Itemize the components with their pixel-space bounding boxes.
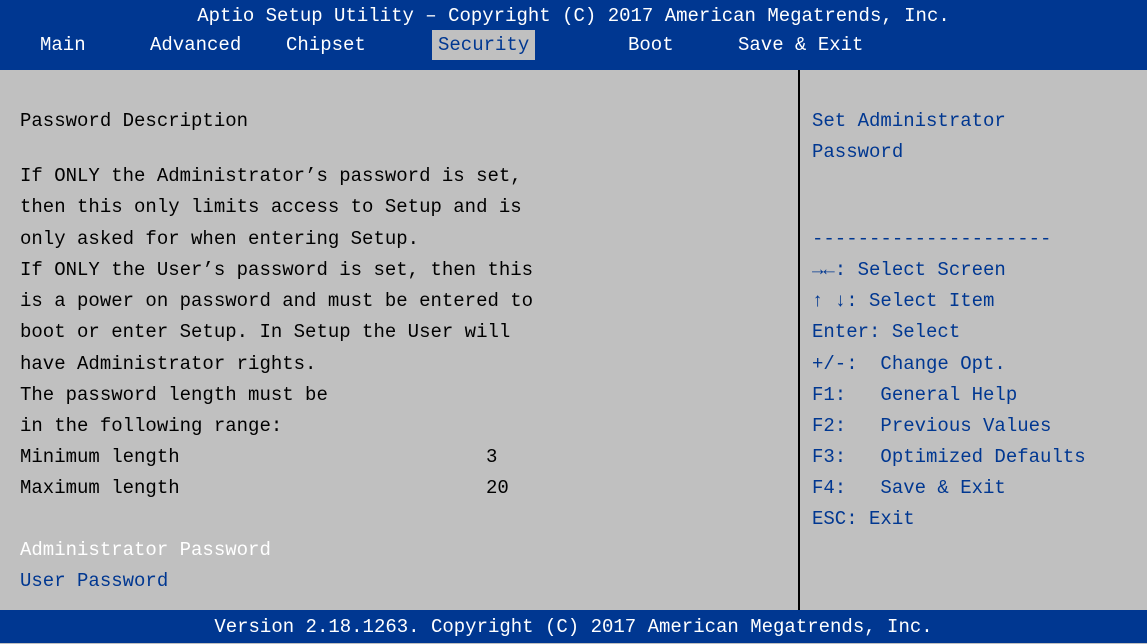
key-hint-f2: F2: Previous Values bbox=[812, 415, 1052, 437]
help-divider: --------------------- bbox=[812, 228, 1052, 250]
key-hint-select-item: ↑ ↓: Select Item bbox=[812, 290, 995, 312]
key-hint-f4: F4: Save & Exit bbox=[812, 477, 1006, 499]
password-description-heading: Password Description bbox=[20, 110, 249, 132]
key-hint-f3: F3: Optimized Defaults bbox=[812, 446, 1086, 468]
description-line: boot or enter Setup. In Setup the User w… bbox=[20, 321, 511, 343]
help-panel: Set Administrator Password -------------… bbox=[800, 70, 1147, 610]
bios-setup-screen: Aptio Setup Utility – Copyright (C) 2017… bbox=[0, 0, 1147, 643]
menu-bar: Main Advanced Chipset Security Boot Save… bbox=[0, 30, 1147, 70]
key-hint-select-screen: →←: Select Screen bbox=[812, 259, 1006, 281]
description-line: If ONLY the User’s password is set, then… bbox=[20, 259, 534, 281]
key-hint-enter: Enter: Select bbox=[812, 321, 961, 343]
help-description-line: Set Administrator bbox=[812, 110, 1006, 132]
description-line: If ONLY the Administrator’s password is … bbox=[20, 165, 522, 187]
min-length-value: 3 bbox=[486, 446, 498, 468]
title-bar: Aptio Setup Utility – Copyright (C) 2017… bbox=[0, 0, 1147, 30]
tab-advanced[interactable]: Advanced bbox=[150, 32, 241, 70]
main-panel: Password Description If ONLY the Adminis… bbox=[8, 70, 800, 610]
key-hint-change-opt: +/-: Change Opt. bbox=[812, 353, 1006, 375]
help-description-line: Password bbox=[812, 141, 904, 163]
description-line: is a power on password and must be enter… bbox=[20, 290, 534, 312]
key-hint-f1: F1: General Help bbox=[812, 384, 1018, 406]
description-line: have Administrator rights. bbox=[20, 353, 317, 375]
description-line: in the following range: bbox=[20, 415, 283, 437]
key-hint-esc: ESC: Exit bbox=[812, 508, 915, 530]
version-footer: Version 2.18.1263. Copyright (C) 2017 Am… bbox=[0, 610, 1147, 643]
min-length-label: Minimum length bbox=[20, 446, 180, 468]
description-line: only asked for when entering Setup. bbox=[20, 228, 420, 250]
tab-boot[interactable]: Boot bbox=[628, 32, 674, 70]
tab-security[interactable]: Security bbox=[432, 30, 536, 60]
tab-save-exit[interactable]: Save & Exit bbox=[738, 32, 863, 70]
administrator-password-item[interactable]: Administrator Password bbox=[20, 537, 271, 563]
description-line: The password length must be bbox=[20, 384, 328, 406]
user-password-item[interactable]: User Password bbox=[20, 568, 168, 594]
description-line: then this only limits access to Setup an… bbox=[20, 196, 522, 218]
tab-chipset[interactable]: Chipset bbox=[286, 32, 366, 70]
max-length-value: 20 bbox=[486, 477, 509, 499]
tab-main[interactable]: Main bbox=[40, 32, 86, 70]
max-length-label: Maximum length bbox=[20, 477, 180, 499]
